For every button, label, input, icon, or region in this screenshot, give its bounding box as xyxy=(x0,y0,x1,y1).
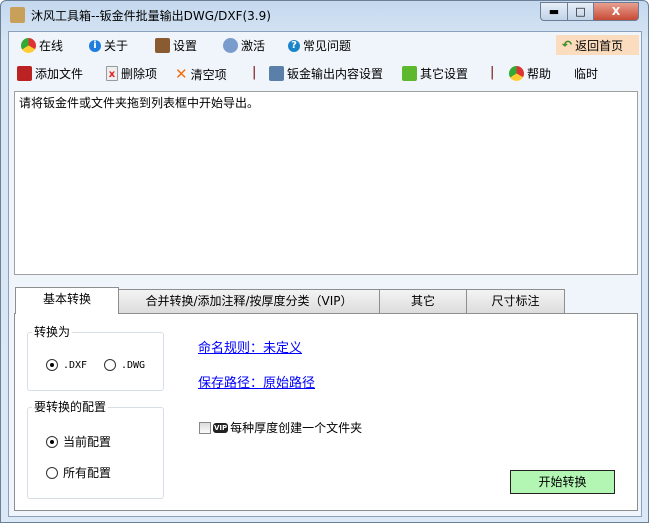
config-label: 要转换的配置 xyxy=(32,398,109,415)
menu-label: 常见问题 xyxy=(303,39,352,53)
add-file-button[interactable]: 添加文件 xyxy=(17,65,83,82)
wrench-icon xyxy=(402,66,417,81)
radio-circle xyxy=(46,466,58,479)
back-arrow-icon: ↶ xyxy=(562,38,573,52)
save-path-link[interactable]: 保存路径：原始路径 xyxy=(198,372,315,391)
menu-about[interactable]: i 关于 xyxy=(89,37,128,54)
delete-item-button[interactable]: x 删除项 xyxy=(106,65,157,82)
minimize-button[interactable]: ▬ xyxy=(540,2,568,21)
radio-circle xyxy=(104,359,116,371)
menu-label: 帮助 xyxy=(527,67,552,81)
menu-activate[interactable]: 激活 xyxy=(223,37,265,54)
other-settings-button[interactable]: 其它设置 xyxy=(402,65,468,82)
checkbox-box xyxy=(199,421,211,434)
config-group xyxy=(27,407,164,499)
app-icon xyxy=(10,7,25,23)
main-window: 沐风工具箱--钣金件批量输出DWG/DXF(3.9) ▬ □ X 在线 i 关于 … xyxy=(0,0,649,523)
radio-label: 当前配置 xyxy=(63,435,112,449)
temp-button[interactable]: 临时 xyxy=(574,65,598,82)
menu-label: 钣金输出内容设置 xyxy=(287,67,384,81)
add-file-icon xyxy=(17,66,32,81)
menu-online[interactable]: 在线 xyxy=(21,37,63,54)
x-icon: ✕ xyxy=(175,65,188,83)
tab-other[interactable]: 其它 xyxy=(379,289,467,314)
menu-settings[interactable]: 设置 xyxy=(155,37,197,54)
vip-badge: VIP xyxy=(213,422,229,433)
tools-icon xyxy=(155,38,170,53)
file-list[interactable]: 请将钣金件或文件夹拖到列表框中开始导出。 xyxy=(14,91,638,275)
per-thickness-folder-checkbox[interactable]: VIP 每种厚度创建一个文件夹 xyxy=(199,419,362,436)
menu-label: 设置 xyxy=(173,39,198,53)
separator: | xyxy=(490,65,495,80)
start-convert-button[interactable]: 开始转换 xyxy=(510,470,615,494)
help-button[interactable]: 帮助 xyxy=(509,65,551,82)
window-title: 沐风工具箱--钣金件批量输出DWG/DXF(3.9) xyxy=(31,9,271,23)
chrome-icon xyxy=(509,66,524,81)
radio-circle xyxy=(46,435,58,448)
help-icon: ? xyxy=(288,39,300,52)
tab-merge-convert[interactable]: 合并转换/添加注释/按厚度分类（VIP） xyxy=(118,289,380,314)
radio-label: 所有配置 xyxy=(63,466,112,480)
tab-dimension[interactable]: 尺寸标注 xyxy=(466,289,565,314)
sheetmetal-icon xyxy=(269,66,284,81)
radio-current-config[interactable]: 当前配置 xyxy=(46,433,111,450)
radio-all-configs[interactable]: 所有配置 xyxy=(46,464,111,481)
checkbox-label: 每种厚度创建一个文件夹 xyxy=(230,421,363,435)
menu-faq[interactable]: ? 常见问题 xyxy=(288,37,351,54)
list-hint: 请将钣金件或文件夹拖到列表框中开始导出。 xyxy=(19,96,260,110)
clear-items-button[interactable]: ✕ 清空项 xyxy=(175,65,227,83)
chrome-icon xyxy=(21,38,36,53)
menu-label: 清空项 xyxy=(190,67,227,82)
radio-dxf[interactable]: .DXF xyxy=(46,359,87,371)
menu-label: 其它设置 xyxy=(420,67,469,81)
convert-to-label: 转换为 xyxy=(32,323,73,340)
menu-label: 删除项 xyxy=(121,67,158,81)
menu-label: 在线 xyxy=(39,39,64,53)
tab-basic-convert[interactable]: 基本转换 xyxy=(15,287,119,314)
radio-circle xyxy=(46,359,58,371)
radio-dwg[interactable]: .DWG xyxy=(104,359,145,371)
menu-label: 关于 xyxy=(104,39,129,53)
radio-label: .DWG xyxy=(121,359,146,371)
menu-label: 激活 xyxy=(241,39,266,53)
close-button[interactable]: X xyxy=(593,2,639,21)
separator: | xyxy=(252,65,257,80)
sheetmetal-output-settings-button[interactable]: 钣金输出内容设置 xyxy=(269,65,383,82)
naming-rule-link[interactable]: 命名规则：未定义 xyxy=(198,337,302,356)
radio-label: .DXF xyxy=(63,359,88,371)
info-icon: i xyxy=(89,39,101,52)
delete-file-icon: x xyxy=(106,66,118,81)
home-label: 返回首页 xyxy=(575,38,624,53)
maximize-button[interactable]: □ xyxy=(567,2,594,21)
home-button[interactable]: ↶ 返回首页 xyxy=(556,35,639,55)
key-icon xyxy=(223,38,238,53)
menu-label: 添加文件 xyxy=(35,67,84,81)
